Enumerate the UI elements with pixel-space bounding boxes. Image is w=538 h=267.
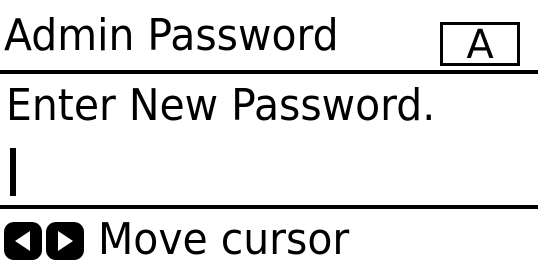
password-input[interactable] [0,138,538,202]
title-bar: Admin Password A [0,0,538,72]
header-divider [0,70,538,74]
left-arrow-button-icon [4,222,42,260]
right-arrow-button-icon [46,222,84,260]
move-cursor-hint: Move cursor [98,214,350,265]
text-cursor [10,148,16,196]
nav-buttons-icon-group [4,222,84,260]
input-mode-label: A [466,22,494,68]
prompt-message: Enter New Password. [6,80,436,131]
screen-title: Admin Password [4,10,339,61]
footer-hint-bar: Move cursor [0,210,538,267]
input-mode-indicator[interactable]: A [440,22,520,66]
footer-divider [0,205,538,209]
lcd-screen: Admin Password A Enter New Password. Mov… [0,0,538,267]
